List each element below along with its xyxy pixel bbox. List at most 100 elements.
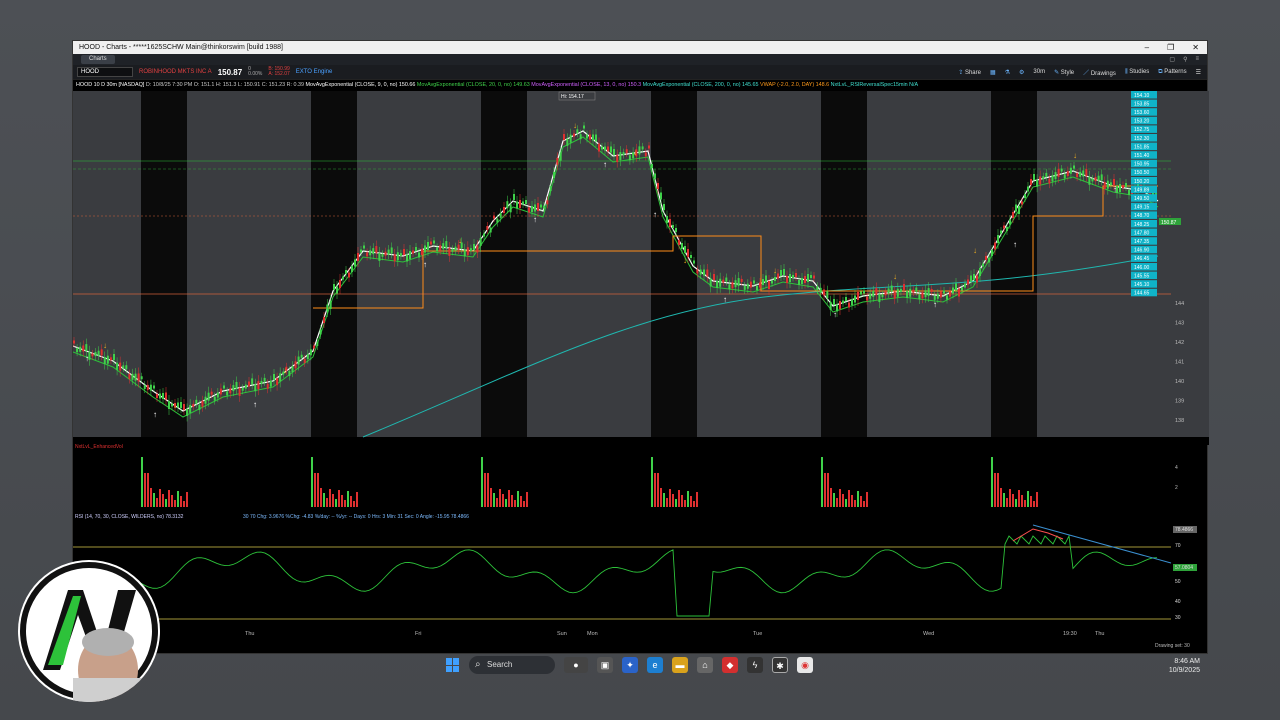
maximize-icon[interactable]: ❐ <box>1167 41 1174 54</box>
session-band <box>991 91 1037 437</box>
candle-body <box>180 402 182 408</box>
candle-body <box>762 279 764 285</box>
candle-body <box>657 183 659 189</box>
grid-icon[interactable]: ▦ <box>990 69 996 76</box>
candle-body <box>641 146 644 150</box>
file-explorer-icon[interactable]: ▬ <box>672 657 688 673</box>
candle-body <box>725 277 728 282</box>
candle-body <box>153 385 155 389</box>
candle-body <box>573 133 575 137</box>
candle-body <box>1106 180 1109 189</box>
rsi-axis-label: 57.0804 <box>1175 565 1193 571</box>
signal-arrow: ↑ <box>933 300 937 309</box>
signal-arrow: ↑ <box>253 400 257 409</box>
candle-body <box>415 247 417 251</box>
edge-icon[interactable]: e <box>647 657 663 673</box>
candle-body <box>393 254 396 262</box>
drawings-button[interactable]: ／ Drawings <box>1083 68 1116 77</box>
menu-lines-icon[interactable]: ☰ <box>1196 69 1201 76</box>
candle-body <box>872 290 875 297</box>
volume-bar <box>696 492 698 507</box>
symbol-input[interactable]: HOOD <box>77 67 133 77</box>
candle-body <box>783 269 785 275</box>
ema20-legend[interactable]: MovAvgExponential (CLOSE, 20, 0, no) 149… <box>417 82 530 88</box>
volume-bar <box>684 500 686 507</box>
volume-bar <box>1015 499 1017 507</box>
window-icon[interactable]: ▢ <box>1169 56 1175 63</box>
candle-body <box>100 349 103 356</box>
patterns-button[interactable]: ⧉ Patterns <box>1158 69 1186 76</box>
timeframe-button[interactable]: 30m <box>1033 69 1045 75</box>
taskbar-search[interactable]: Search <box>469 656 555 674</box>
thinkorswim-window: HOOD - Charts - *****1625SCHW Main@think… <box>72 40 1209 655</box>
volume-bar <box>997 473 999 507</box>
volume-bar <box>842 494 844 507</box>
candle-body <box>826 291 829 299</box>
candle-body <box>390 247 393 254</box>
volume-bar <box>836 498 838 507</box>
widgets-icon[interactable]: ● <box>564 657 588 673</box>
red-diamond-icon[interactable]: ◆ <box>722 657 738 673</box>
candle-body <box>1073 165 1075 169</box>
price-tag: 145.10 <box>1134 282 1150 288</box>
candle-body <box>601 146 603 150</box>
bolt-icon[interactable]: ϟ <box>747 657 763 673</box>
candle-body <box>622 152 625 156</box>
candle-body <box>690 255 692 258</box>
chrome-icon[interactable]: ◉ <box>797 657 813 673</box>
task-view-icon[interactable]: ▣ <box>597 657 613 673</box>
candle-body <box>297 356 300 365</box>
signal-arrow: ↓ <box>973 246 977 255</box>
price-tag: 147.35 <box>1134 239 1150 245</box>
candle-body <box>1003 225 1005 229</box>
rsi-reversal-legend[interactable]: NxtLvL_RSIReversalSpec15min N/A <box>831 82 919 88</box>
minimize-icon[interactable]: – <box>1145 41 1149 54</box>
candle-body <box>134 373 137 381</box>
volume-bar <box>830 488 832 507</box>
candle-body <box>740 278 743 282</box>
volume-bar <box>314 473 316 507</box>
signal-arrow: ↓ <box>573 121 577 130</box>
gear-icon[interactable]: ⚙ <box>1019 69 1024 76</box>
volume-bar <box>484 473 486 507</box>
candle-body <box>1097 175 1100 181</box>
candle-body <box>406 254 408 262</box>
volume-bar <box>517 491 519 507</box>
price-tag: 153.85 <box>1134 101 1150 107</box>
candle-body <box>1039 176 1042 185</box>
signal-arrow: ↓ <box>173 401 177 410</box>
store-icon[interactable]: ⌂ <box>697 657 713 673</box>
candle-body <box>878 294 881 303</box>
vwap-legend[interactable]: VWAP (-2.0, 2.0, DAY) 148.6 <box>760 82 829 88</box>
ext-engine-link[interactable]: EXTO Engine <box>296 69 333 75</box>
studies-button[interactable]: ⫼ Studies <box>1125 69 1149 76</box>
window-title: HOOD - Charts - *****1625SCHW Main@think… <box>79 44 283 51</box>
copilot-icon[interactable]: ✦ <box>622 657 638 673</box>
thinkorswim-icon[interactable]: ✱ <box>772 657 788 673</box>
candle-body <box>336 286 338 294</box>
candle-body <box>306 354 309 360</box>
candle-body <box>927 288 930 297</box>
chart-canvas[interactable]: ↑↓↑↓↑↓↑↓↑↓↑↓↑↓↑↓↑↓↑↓↑↓↑↓Hi: 154.17144143… <box>73 91 1209 655</box>
candle-body <box>146 384 149 390</box>
flask-icon[interactable]: ⚗ <box>1005 69 1010 76</box>
link-icon[interactable]: ⚲ <box>1183 56 1187 63</box>
volume-bar <box>860 496 862 507</box>
candle-body <box>604 146 606 151</box>
candle-body <box>241 387 244 391</box>
ema9-legend[interactable]: MovAvgExponential (CLOSE, 9, 0, no) 150.… <box>306 82 416 88</box>
tab-charts[interactable]: Charts <box>81 55 115 64</box>
windows-start-icon[interactable] <box>446 658 460 672</box>
menu-icon[interactable]: ≡ <box>1195 56 1199 63</box>
close-icon[interactable]: ✕ <box>1192 41 1199 54</box>
candle-body <box>540 204 542 208</box>
candle-body <box>666 216 668 223</box>
ema200-legend[interactable]: MovAvgExponential (CLOSE, 200, 0, no) 14… <box>643 82 759 88</box>
style-button[interactable]: ✎ Style <box>1054 69 1074 76</box>
volume-bar <box>180 496 182 507</box>
volume-bar <box>502 494 504 507</box>
ema13-legend[interactable]: MovAvgExponential (CLOSE, 13, 0, no) 150… <box>531 82 641 88</box>
candle-body <box>476 245 479 253</box>
candle-body <box>976 275 978 283</box>
share-button[interactable]: ⇪ Share <box>958 69 981 76</box>
